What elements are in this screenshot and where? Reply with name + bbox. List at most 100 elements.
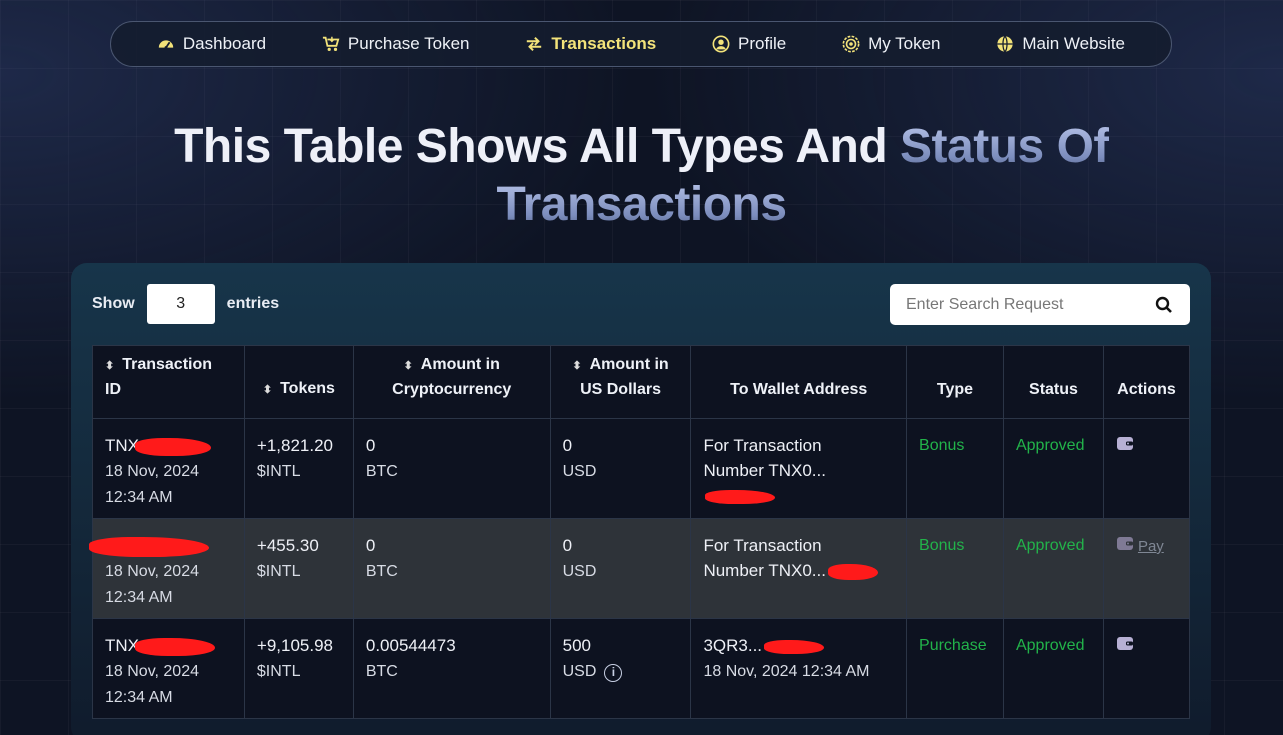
col-tokens[interactable]: ⬍ Tokens	[243, 345, 354, 419]
redaction-mark	[764, 639, 825, 654]
speedometer-icon	[158, 40, 174, 50]
search-placeholder: Enter Search Request	[906, 295, 1064, 313]
redaction-mark	[135, 437, 211, 456]
col-wallet: To Wallet Address	[690, 345, 908, 419]
crypto-unit: BTC	[365, 463, 398, 480]
cell-status: Approved	[1002, 518, 1104, 619]
tokens-value: +455.30	[256, 536, 319, 555]
wallet-line2: 18 Nov, 2024 12:34 AM	[703, 663, 870, 680]
col-transaction-id-label: Transaction ID	[105, 356, 213, 398]
nav-transactions-label: Transactions	[551, 34, 657, 53]
entries-count-input[interactable]: 3	[146, 284, 215, 324]
wallet-line2: Number TNX0...	[703, 461, 826, 480]
wallet-line1: For Transaction	[703, 436, 822, 455]
redaction-mark	[89, 536, 209, 557]
cell-crypto: 0 BTC	[352, 418, 551, 519]
pay-link[interactable]: Pay	[1138, 538, 1164, 555]
table-row: 18 Nov, 2024 12:34 AM +455.30 $INTL 0 BT…	[89, 518, 1191, 619]
table-row: TNX 18 Nov, 2024 12:34 AM +1,821.20 $INT…	[92, 418, 1191, 519]
sort-icon: ⬍	[403, 360, 413, 372]
show-label: Show	[92, 295, 135, 312]
cart-icon	[322, 36, 340, 52]
transaction-id-prefix: TNX	[105, 436, 139, 455]
transaction-time: 12:34 AM	[105, 689, 173, 706]
cell-type: Bonus	[906, 418, 1004, 519]
user-circle-icon	[712, 35, 730, 53]
coin-icon	[842, 35, 860, 53]
page-headline: This Table Shows All Types And Status Of…	[0, 118, 1283, 234]
transactions-table: ⬍ Transaction ID ⬍ Tokens ⬍ Amount in Crypt…	[89, 345, 1191, 719]
redaction-mark	[827, 563, 878, 580]
wallet-icon[interactable]	[1116, 434, 1134, 459]
cell-wallet: 3QR3... 18 Nov, 2024 12:34 AM	[690, 618, 908, 719]
top-nav: Dashboard Purchase Token Transactions Pr…	[110, 21, 1172, 67]
swap-arrows-icon	[527, 36, 542, 52]
search-icon[interactable]	[1154, 295, 1174, 315]
headline-part1: This Table Shows All Types And	[174, 120, 901, 173]
col-type: Type	[906, 345, 1004, 419]
table-row: TNX 18 Nov, 2024 12:34 AM +9,105.98 $INT…	[92, 618, 1191, 719]
nav-dashboard-label: Dashboard	[182, 34, 267, 53]
col-crypto[interactable]: ⬍ Amount in Cryptocurrency	[352, 345, 551, 419]
nav-profile-label: Profile	[738, 34, 787, 53]
info-icon[interactable]: i	[604, 664, 623, 682]
wallet-icon[interactable]	[1116, 634, 1134, 659]
col-usd[interactable]: ⬍ Amount in US Dollars	[549, 345, 692, 419]
nav-main-website-label: Main Website	[1022, 34, 1126, 53]
cell-tokens: +1,821.20 $INTL	[243, 418, 354, 519]
cell-status: Approved	[1002, 418, 1104, 519]
nav-profile[interactable]: Profile	[712, 34, 786, 54]
entries-label: entries	[226, 295, 280, 312]
nav-purchase-token[interactable]: Purchase Token	[322, 34, 470, 54]
transaction-date: 18 Nov, 2024	[105, 663, 199, 680]
usd-unit: USD	[562, 563, 597, 580]
nav-transactions[interactable]: Transactions	[525, 34, 656, 54]
nav-main-website[interactable]: Main Website	[996, 34, 1125, 54]
crypto-value: 0	[365, 436, 376, 455]
nav-dashboard[interactable]: Dashboard	[157, 34, 266, 54]
col-usd-label: Amount in US Dollars	[580, 356, 669, 398]
cell-usd: 500 USD i	[549, 618, 692, 719]
usd-value: 0	[562, 436, 573, 455]
usd-unit: USD	[562, 663, 597, 680]
search-input[interactable]: Enter Search Request	[890, 284, 1190, 325]
col-actions: Actions	[1102, 345, 1191, 419]
cell-crypto: 0.00544473 BTC	[352, 618, 551, 719]
cell-tokens: +9,105.98 $INTL	[243, 618, 354, 719]
cell-type: Bonus	[906, 518, 1004, 619]
transaction-date: 18 Nov, 2024	[105, 463, 199, 480]
usd-value: 0	[562, 536, 573, 555]
col-status-label: Status	[1029, 381, 1078, 398]
transactions-panel: Show 3 entries Enter Search Request ⬍ Tra…	[71, 263, 1211, 735]
tokens-value: +9,105.98	[256, 636, 334, 655]
sort-icon: ⬍	[572, 360, 582, 372]
entries-control: Show 3 entries	[92, 284, 279, 324]
cell-usd: 0 USD	[549, 418, 692, 519]
transaction-id-prefix: TNX	[105, 636, 139, 655]
crypto-unit: BTC	[365, 563, 398, 580]
col-transaction-id[interactable]: ⬍ Transaction ID	[92, 345, 245, 419]
sort-icon: ⬍	[262, 384, 273, 396]
headline-part3: Transactions	[496, 178, 787, 231]
col-wallet-label: To Wallet Address	[730, 381, 868, 398]
tokens-unit: $INTL	[256, 663, 301, 680]
cell-status: Approved	[1002, 618, 1104, 719]
cell-wallet: For Transaction Number TNX0...	[690, 418, 908, 519]
nav-purchase-token-label: Purchase Token	[347, 34, 470, 53]
nav-my-token[interactable]: My Token	[842, 34, 941, 54]
transaction-time: 12:34 AM	[105, 589, 173, 606]
col-tokens-label: Tokens	[280, 380, 335, 397]
tokens-unit: $INTL	[256, 463, 301, 480]
tokens-unit: $INTL	[256, 563, 301, 580]
cell-type: Purchase	[906, 618, 1004, 719]
cell-tokens: +455.30 $INTL	[243, 518, 354, 619]
redaction-mark	[705, 489, 776, 504]
transaction-date: 18 Nov, 2024	[105, 563, 199, 580]
wallet-line1: 3QR3...	[703, 636, 763, 655]
col-type-label: Type	[936, 381, 974, 398]
col-status: Status	[1002, 345, 1104, 419]
headline-part2: Status Of	[900, 120, 1109, 173]
wallet-icon	[1116, 534, 1134, 559]
globe-icon	[997, 35, 1013, 53]
col-actions-label: Actions	[1117, 381, 1176, 398]
